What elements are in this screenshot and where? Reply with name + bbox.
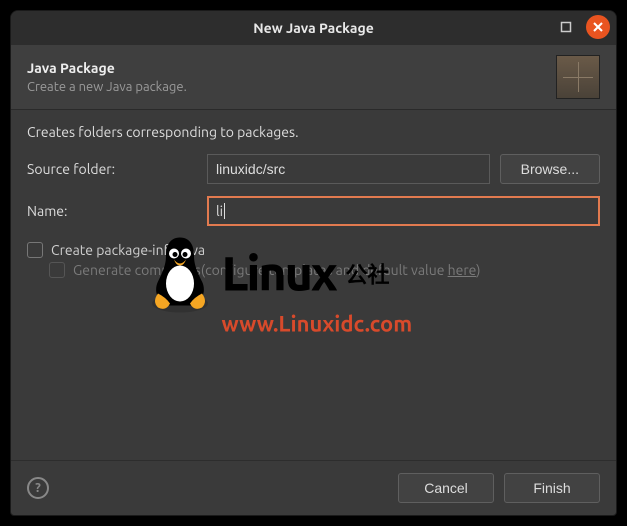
close-icon xyxy=(592,21,604,33)
banner-subheading: Create a new Java package. xyxy=(27,80,187,94)
titlebar: New Java Package xyxy=(11,11,616,45)
text-caret xyxy=(224,203,225,219)
banner-heading: Java Package xyxy=(27,60,187,76)
source-folder-row: Source folder: Browse... xyxy=(27,154,600,184)
window-controls xyxy=(554,15,610,39)
name-label: Name: xyxy=(27,203,197,219)
create-package-info-checkbox[interactable] xyxy=(27,242,43,258)
generate-comments-row: Generate comments(configure templates an… xyxy=(49,262,600,278)
create-package-info-row: Create package-info.java xyxy=(27,242,600,258)
banner-text: Java Package Create a new Java package. xyxy=(27,60,187,94)
maximize-icon xyxy=(560,21,572,33)
generate-comments-checkbox xyxy=(49,262,65,278)
banner: Java Package Create a new Java package. xyxy=(11,45,616,110)
watermark-url: www.Linuxidc.com xyxy=(222,312,484,337)
help-button[interactable]: ? xyxy=(27,477,49,499)
finish-button[interactable]: Finish xyxy=(504,473,600,503)
create-package-info-label: Create package-info.java xyxy=(51,242,205,258)
name-input[interactable]: li xyxy=(207,196,600,226)
footer: ? Cancel Finish xyxy=(11,460,616,515)
window-title: New Java Package xyxy=(253,20,374,36)
generate-comments-label: Generate comments(configure templates an… xyxy=(73,262,481,278)
name-row: Name: li xyxy=(27,196,600,226)
name-input-value: li xyxy=(216,203,223,219)
source-folder-label: Source folder: xyxy=(27,161,197,177)
dialog-window: New Java Package Java Package Create a n… xyxy=(10,10,617,516)
maximize-button[interactable] xyxy=(554,15,578,39)
browse-button[interactable]: Browse... xyxy=(500,154,600,184)
footer-buttons: Cancel Finish xyxy=(398,473,600,503)
content-area: Creates folders corresponding to package… xyxy=(11,110,616,460)
close-button[interactable] xyxy=(586,15,610,39)
configure-templates-link[interactable]: here xyxy=(448,262,477,278)
source-folder-input[interactable] xyxy=(207,154,490,184)
content-description: Creates folders corresponding to package… xyxy=(27,124,600,140)
package-icon xyxy=(556,55,600,99)
cancel-button[interactable]: Cancel xyxy=(398,473,494,503)
help-icon: ? xyxy=(35,481,41,495)
